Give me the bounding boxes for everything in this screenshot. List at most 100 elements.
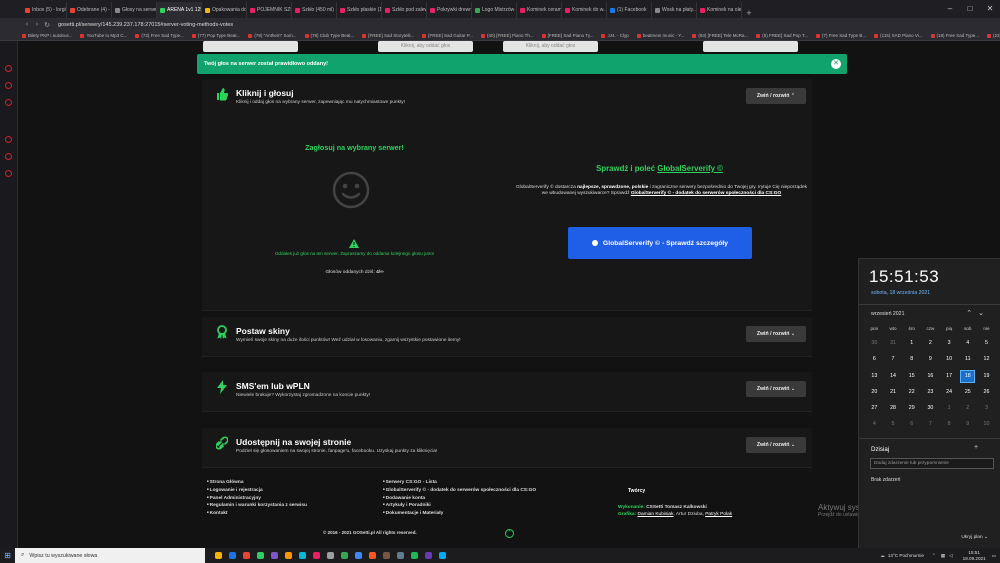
bookmark-item[interactable]: (73) Free Sad Type...: [135, 33, 184, 38]
browser-tab[interactable]: Kominek na olej...: [697, 2, 742, 18]
sidebar-twitch-icon[interactable]: [5, 65, 12, 72]
calendar-day[interactable]: 2: [958, 400, 977, 416]
calendar-day[interactable]: 31: [884, 335, 903, 351]
volume-icon[interactable]: ◁: [949, 553, 953, 559]
browser-tab[interactable]: Opakowania do...: [202, 2, 247, 18]
sidebar-whatsapp-icon[interactable]: [5, 99, 12, 106]
calendar-day[interactable]: 27: [865, 400, 884, 416]
calendar-month[interactable]: wrzesień 2021: [871, 311, 904, 317]
browser-tab[interactable]: Kominek ceram...: [517, 2, 562, 18]
calendar-day[interactable]: 10: [977, 416, 996, 432]
calendar-day[interactable]: 9: [921, 351, 940, 367]
taskbar-app-icon[interactable]: [435, 548, 449, 563]
scroll-up-icon[interactable]: ⌃: [505, 529, 514, 538]
calendar-date[interactable]: sobota, 18 września 2021: [871, 290, 930, 296]
taskbar-app-icon[interactable]: [407, 548, 421, 563]
toggle-button[interactable]: Zwiń / rozwiń ⌄: [746, 437, 806, 453]
forward-icon[interactable]: ›: [32, 21, 42, 28]
taskbar-app-icon[interactable]: [337, 548, 351, 563]
bookmark-item[interactable]: [FREE] Sad Storytelli...: [362, 33, 414, 38]
globalserverify-button[interactable]: GlobalServerify © - Sprawdź szczegóły: [568, 227, 752, 259]
graphics-author-3[interactable]: Patryk Polak: [705, 512, 732, 517]
windows-start-icon[interactable]: ⊞: [0, 551, 15, 560]
calendar-day[interactable]: 5: [977, 335, 996, 351]
calendar-day[interactable]: 3: [940, 335, 959, 351]
taskbar-app-icon[interactable]: [379, 548, 393, 563]
bookmark-item[interactable]: YouTube to Mp3 C...: [80, 33, 127, 38]
bookmark-item[interactable]: beatmeni music - Y...: [636, 33, 684, 38]
back-icon[interactable]: ‹: [22, 21, 32, 28]
calendar-day[interactable]: 26: [977, 384, 996, 400]
calendar-day[interactable]: 1: [940, 400, 959, 416]
calendar-day[interactable]: 11: [958, 351, 977, 367]
taskbar-app-icon[interactable]: [365, 548, 379, 563]
footer-link[interactable]: Dokumentacje i Materiały: [383, 509, 536, 517]
bookmark-item[interactable]: [FREE] Sad Piano Ty...: [541, 33, 593, 38]
calendar-day[interactable]: 2: [921, 335, 940, 351]
calendar-day[interactable]: 30: [921, 400, 940, 416]
bookmark-item[interactable]: (40) [FREE] Piano Th...: [480, 33, 534, 38]
sidebar-messenger-icon[interactable]: [5, 82, 12, 89]
browser-tab[interactable]: Inbox (5) - lorgio: [22, 2, 67, 18]
calendar-day[interactable]: 8: [940, 416, 959, 432]
taskbar-app-icon[interactable]: [393, 548, 407, 563]
gs-title-link[interactable]: GlobalServerify ©: [657, 164, 723, 173]
url-field[interactable]: gosetti.pl/serwery/145.239.237.178:27015…: [58, 22, 1000, 28]
minimize-icon[interactable]: –: [940, 0, 960, 18]
calendar-day[interactable]: 8: [902, 351, 921, 367]
calendar-day[interactable]: 12: [977, 351, 996, 367]
calendar-day[interactable]: 29: [902, 400, 921, 416]
hide-agenda-button[interactable]: Ukryj plan ⌄: [961, 535, 988, 540]
browser-tab[interactable]: Pokrywki drewn...: [427, 2, 472, 18]
event-input[interactable]: Dodaj zdarzenie lub przypomnienie: [870, 458, 994, 469]
new-tab-button[interactable]: +: [742, 8, 756, 18]
calendar-day[interactable]: 9: [958, 416, 977, 432]
vote-button-4[interactable]: [703, 41, 798, 52]
calendar-day[interactable]: 13: [865, 368, 884, 384]
calendar-day[interactable]: 23: [921, 384, 940, 400]
vote-button-2[interactable]: Kliknij, aby oddać głos: [378, 41, 473, 52]
taskbar-app-icon[interactable]: [281, 548, 295, 563]
bookmark-item[interactable]: (18) Free Sad Type...: [930, 33, 979, 38]
vote-button-3[interactable]: Kliknij, aby oddać głos: [503, 41, 598, 52]
notifications-icon[interactable]: ▭: [992, 553, 996, 559]
calendar-day[interactable]: 7: [921, 416, 940, 432]
calendar-day[interactable]: 22: [902, 384, 921, 400]
taskbar-app-icon[interactable]: [421, 548, 435, 563]
tray-arrow-icon[interactable]: ⌃: [932, 553, 936, 559]
calendar-day[interactable]: 14: [884, 368, 903, 384]
toggle-button[interactable]: Zwiń / rozwiń ⌄: [746, 381, 806, 397]
footer-link[interactable]: Dodawanie konta: [383, 494, 536, 502]
footer-link[interactable]: Regulamin i warunki korzystania z serwis…: [207, 501, 307, 509]
footer-link[interactable]: Strona Główna: [207, 478, 307, 486]
bookmark-item[interactable]: (5) FREE] Sad Pop T...: [756, 33, 808, 38]
browser-tab[interactable]: POJEMNIK SZKŁ...: [247, 2, 292, 18]
calendar-day[interactable]: 6: [865, 351, 884, 367]
toggle-button[interactable]: Zwiń / rozwiń ⌃: [746, 88, 806, 104]
weather-text[interactable]: 14°C Pochmurnie: [888, 553, 924, 558]
maximize-icon[interactable]: □: [960, 0, 980, 18]
toggle-button[interactable]: Zwiń / rozwiń ⌄: [746, 326, 806, 342]
alert-close-icon[interactable]: ✕: [831, 59, 841, 69]
calendar-day[interactable]: 28: [884, 400, 903, 416]
taskbar-app-icon[interactable]: [239, 548, 253, 563]
browser-tab[interactable]: Szkło (450 ml) ...: [292, 2, 337, 18]
calendar-day[interactable]: 30: [865, 335, 884, 351]
taskbar-app-icon[interactable]: [211, 548, 225, 563]
footer-link[interactable]: Panel Administracyjny: [207, 494, 307, 502]
browser-tab[interactable]: ARENA 1v1 125 ...: [157, 2, 202, 18]
gs-addon-link[interactable]: GlobalServerify © - dodatek do serwerów …: [631, 191, 781, 196]
calendar-day[interactable]: 4: [958, 335, 977, 351]
bookmark-item[interactable]: (7) Free Sad Type B...: [815, 33, 866, 38]
calendar-day[interactable]: 4: [865, 416, 884, 432]
taskbar-app-icon[interactable]: [267, 548, 281, 563]
footer-link[interactable]: GlobalServerify © - dodatek do serwerów …: [383, 486, 536, 494]
calendar-day[interactable]: 15: [902, 368, 921, 384]
bookmark-item[interactable]: [FREE] Sad Guitar P...: [422, 33, 473, 38]
graphics-author-1[interactable]: Damian Kubisiak: [637, 512, 673, 517]
calendar-day[interactable]: 20: [865, 384, 884, 400]
browser-tab[interactable]: Szkło pod zalew...: [382, 2, 427, 18]
next-month-icon[interactable]: ⌄: [978, 310, 990, 317]
footer-link[interactable]: Artykuły i Poradniki: [383, 501, 536, 509]
browser-tab[interactable]: Głosy na serwer: [112, 2, 157, 18]
